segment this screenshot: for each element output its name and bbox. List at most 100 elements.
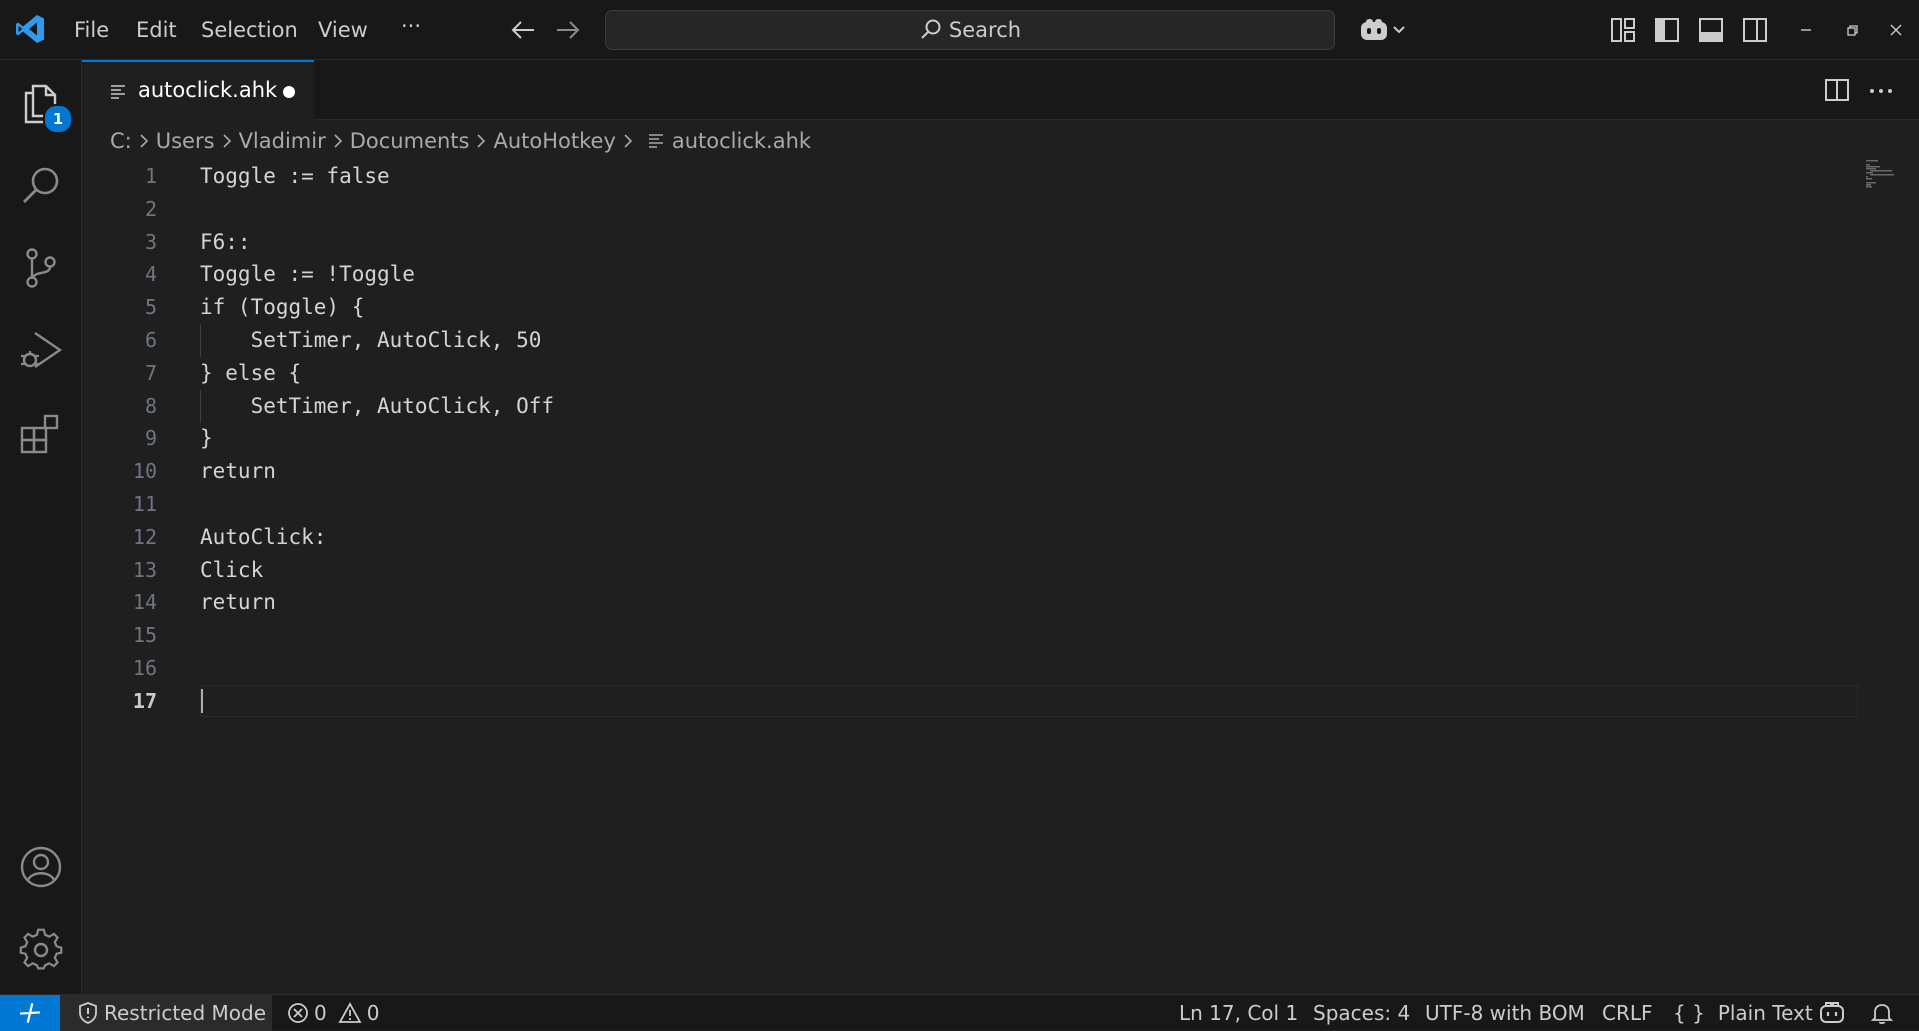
- plain-text-file-icon: [648, 133, 664, 149]
- menu-selection[interactable]: Selection: [198, 16, 301, 44]
- line-number: 7: [144, 360, 157, 385]
- restricted-mode-button[interactable]: Restricted Mode: [60, 995, 272, 1031]
- encoding-button[interactable]: UTF-8 with BOM: [1425, 995, 1585, 1031]
- copilot-icon: [1820, 1002, 1844, 1023]
- code-line[interactable]: F6::: [200, 226, 251, 259]
- menu-more-icon[interactable]: ···: [398, 12, 424, 40]
- search-icon: [921, 19, 941, 39]
- line-number: 2: [144, 196, 157, 221]
- code-line[interactable]: return: [200, 455, 276, 488]
- line-number: 6: [144, 328, 157, 352]
- code-line[interactable]: Click: [200, 554, 263, 587]
- breadcrumb-item-drive[interactable]: C:: [110, 129, 132, 153]
- tab-autoclick-ahk[interactable]: autoclick.ahk: [82, 60, 314, 120]
- bell-icon: [1870, 1004, 1894, 1025]
- code-line[interactable]: if (Toggle) {: [200, 291, 364, 324]
- breadcrumb-item-file[interactable]: autoclick.ahk: [672, 129, 811, 153]
- indentation: Spaces: 4: [1313, 1001, 1411, 1025]
- command-center-search[interactable]: Search: [605, 10, 1335, 50]
- copilot-status-button[interactable]: [1819, 995, 1845, 1031]
- minimize-icon[interactable]: [1794, 18, 1818, 42]
- menu-view[interactable]: View: [315, 16, 371, 44]
- problems-button[interactable]: 0 0: [287, 995, 379, 1031]
- warning-icon: [338, 1002, 362, 1023]
- current-line-highlight: [200, 685, 1858, 717]
- remote-indicator-button[interactable]: [0, 995, 60, 1031]
- remote-icon: [19, 1003, 41, 1023]
- accounts-icon[interactable]: [18, 844, 64, 890]
- chevron-right-icon: [333, 133, 343, 149]
- manage-gear-icon[interactable]: [18, 927, 64, 973]
- line-number: 3: [144, 229, 157, 254]
- activity-bar: 1: [0, 60, 82, 994]
- chevron-right-icon: [476, 133, 486, 149]
- shield-icon: [79, 1002, 97, 1024]
- more-actions-icon[interactable]: [1868, 77, 1894, 103]
- restricted-mode-label: Restricted Mode: [104, 1001, 267, 1025]
- toggle-primary-sidebar-icon[interactable]: [1654, 17, 1680, 43]
- code-line[interactable]: Toggle := false: [200, 160, 390, 193]
- back-arrow-icon[interactable]: [510, 18, 536, 42]
- warning-count: 0: [366, 1001, 380, 1025]
- cursor-position: Ln 17, Col 1: [1179, 1001, 1299, 1025]
- code-line[interactable]: Toggle := !Toggle: [200, 258, 415, 291]
- customize-layout-icon[interactable]: [1610, 17, 1636, 43]
- search-placeholder: Search: [948, 18, 1022, 42]
- breadcrumb-item-user[interactable]: Vladimir: [239, 129, 326, 153]
- line-number: 16: [132, 656, 157, 680]
- line-number: 8: [144, 393, 157, 418]
- forward-arrow-icon[interactable]: [555, 18, 581, 42]
- breadcrumb-item-autohotkey[interactable]: AutoHotkey: [493, 129, 615, 153]
- code-line[interactable]: }: [200, 422, 213, 455]
- vscode-logo-icon[interactable]: [14, 13, 46, 45]
- error-icon: [288, 1003, 308, 1023]
- editor-tabs-bar: autoclick.ahk: [82, 60, 1919, 120]
- breadcrumb-item-documents[interactable]: Documents: [350, 129, 470, 153]
- chevron-right-icon: [623, 133, 633, 149]
- chevron-right-icon: [139, 133, 149, 149]
- copilot-icon[interactable]: [1358, 16, 1410, 44]
- close-window-icon[interactable]: [1884, 18, 1908, 42]
- line-number: 12: [132, 524, 157, 549]
- toggle-secondary-sidebar-icon[interactable]: [1742, 17, 1768, 43]
- line-number: 13: [132, 557, 157, 582]
- line-number: 1: [144, 164, 157, 188]
- eol-button[interactable]: CRLF: [1602, 995, 1653, 1031]
- language-mode: Plain Text: [1717, 1001, 1813, 1025]
- code-editor[interactable]: 1 2 3 4 5 6 7 8 9 10 11 12 13 14 15 16 17 Toggle := fals…: [82, 160, 1919, 994]
- restore-icon[interactable]: [1840, 18, 1864, 42]
- error-count: 0: [314, 1001, 327, 1025]
- title-bar: File Edit Selection View ··· Search: [0, 0, 1919, 60]
- breadcrumb-item-users[interactable]: Users: [156, 129, 215, 153]
- code-line[interactable]: return: [200, 586, 276, 619]
- code-line[interactable]: SetTimer, AutoClick, Off: [200, 390, 554, 423]
- language-mode-button[interactable]: { } Plain Text: [1673, 995, 1813, 1031]
- menu-edit[interactable]: Edit: [133, 16, 180, 44]
- tab-label: autoclick.ahk: [138, 78, 278, 102]
- code-line[interactable]: SetTimer, AutoClick, 50: [200, 324, 542, 357]
- search-view-icon[interactable]: [18, 162, 64, 208]
- line-number: 11: [132, 492, 157, 516]
- split-editor-icon[interactable]: [1824, 77, 1850, 103]
- line-number: 15: [132, 623, 157, 648]
- line-number: 10: [132, 459, 157, 484]
- source-control-icon[interactable]: [18, 245, 64, 291]
- code-line[interactable]: AutoClick:: [200, 521, 326, 554]
- line-number: 17: [132, 688, 157, 713]
- run-debug-icon[interactable]: [18, 328, 64, 374]
- line-number: 5: [144, 295, 157, 320]
- menu-file[interactable]: File: [71, 16, 112, 44]
- encoding: UTF-8 with BOM: [1425, 1001, 1585, 1025]
- notifications-button[interactable]: [1870, 995, 1894, 1031]
- toggle-panel-icon[interactable]: [1698, 17, 1724, 43]
- minimap[interactable]: [1866, 160, 1911, 200]
- unsaved-dot-icon[interactable]: [283, 86, 295, 98]
- extensions-icon[interactable]: [18, 411, 64, 457]
- code-line[interactable]: } else {: [200, 357, 301, 390]
- line-number: 9: [144, 426, 157, 451]
- line-number: 14: [132, 590, 157, 615]
- end-of-line: CRLF: [1602, 1001, 1653, 1025]
- indentation-button[interactable]: Spaces: 4: [1313, 995, 1410, 1031]
- explorer-badge: 1: [43, 104, 73, 134]
- cursor-position-button[interactable]: Ln 17, Col 1: [1179, 995, 1298, 1031]
